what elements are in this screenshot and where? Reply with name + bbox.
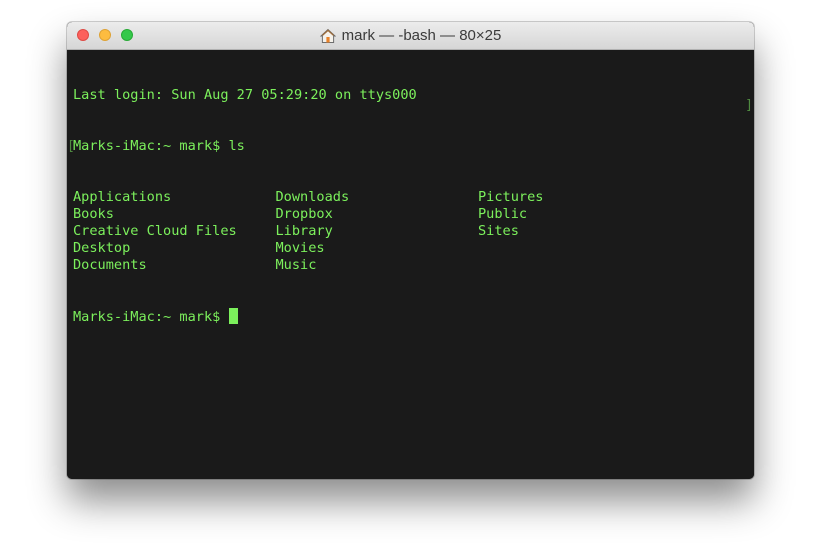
mark-bracket-right: ] [745, 98, 753, 113]
ls-entry: Public [478, 206, 528, 222]
window-title: mark — -bash — 80×25 [341, 27, 502, 44]
ls-entry: Desktop [73, 240, 131, 256]
ls-entry: Downloads [275, 189, 350, 205]
title-bar[interactable]: mark — -bash — 80×25 [67, 22, 754, 50]
ls-output: Applications Downloads Pictures Books Dr… [73, 189, 754, 274]
prompt-line: Marks-iMac:~ mark$ [73, 308, 754, 325]
ls-entry: Dropbox [275, 206, 333, 222]
terminal-window: mark — -bash — 80×25 Last login: Sun Aug… [67, 22, 754, 479]
command-text: Marks-iMac:~ mark$ ls [73, 138, 245, 154]
home-icon [319, 28, 336, 43]
command-line: [Marks-iMac:~ mark$ ls [67, 138, 754, 155]
mark-bracket-left: [ [67, 139, 75, 154]
ls-entry: Music [275, 257, 317, 273]
ls-entry [478, 257, 681, 274]
ls-entry [478, 240, 681, 257]
ls-entry: Documents [73, 257, 147, 273]
ls-entry: Pictures [478, 189, 544, 205]
prompt-text: Marks-iMac:~ mark$ [73, 309, 229, 325]
terminal-output[interactable]: Last login: Sun Aug 27 05:29:20 on ttys0… [67, 50, 754, 479]
last-login-line: Last login: Sun Aug 27 05:29:20 on ttys0… [73, 87, 417, 103]
text-cursor [228, 308, 238, 324]
ls-entry: Applications [73, 189, 172, 205]
ls-entry: Sites [478, 223, 519, 239]
ls-entry: Library [275, 223, 333, 239]
ls-entry: Movies [275, 240, 325, 256]
window-title-container: mark — -bash — 80×25 [67, 22, 754, 49]
ls-entry: Creative Cloud Files [73, 223, 237, 239]
ls-entry: Books [73, 206, 114, 222]
